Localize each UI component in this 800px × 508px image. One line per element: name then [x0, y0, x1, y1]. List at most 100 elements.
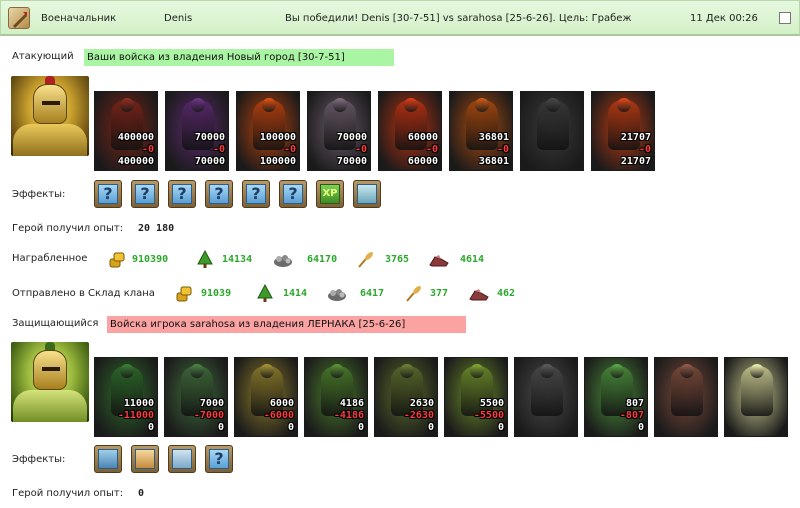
attacker-unit-card[interactable]: 400000 -0 400000: [94, 91, 158, 171]
attacker-unit-card[interactable]: 21707 -0 21707: [591, 91, 655, 171]
defender-unit-count: 11000: [123, 398, 154, 409]
attacker-effect-unknown-icon[interactable]: ?: [94, 180, 122, 208]
attacker-effect-unknown-icon[interactable]: ?: [242, 180, 270, 208]
defender-unit-card[interactable]: 4186 -4186 0: [304, 357, 368, 437]
attacker-unit-remaining: 36801: [478, 156, 509, 167]
defender-unit-remaining: 0: [497, 422, 504, 433]
attacker-label: Атакующий: [12, 51, 74, 62]
defender-unit-card[interactable]: [654, 357, 718, 437]
attacker-hero-exp-value: 20 180: [138, 223, 175, 234]
grain-icon: [356, 250, 376, 268]
attacker-effects-label: Эффекты:: [12, 189, 66, 200]
attacker-unit-loss: -0: [283, 144, 296, 155]
defender-unit-loss: -7000: [193, 410, 224, 421]
defender-unit-card[interactable]: 11000 -11000 0: [94, 357, 158, 437]
attacker-unit-card[interactable]: 100000 -0 100000: [236, 91, 300, 171]
defender-effect-cards-icon[interactable]: [168, 445, 196, 473]
defender-banner: Войска игрока sarahosa из владения ЛЕРНА…: [107, 316, 466, 333]
attacker-unit-remaining: 21707: [620, 156, 651, 167]
defender-unit-loss: -6000: [263, 410, 294, 421]
attacker-unit-card[interactable]: [520, 91, 584, 171]
attacker-effect-shield-icon[interactable]: [353, 180, 381, 208]
defender-unit-loss: -11000: [117, 410, 154, 421]
attacker-effect-glyph: ?: [283, 184, 303, 204]
attacker-unit-loss: -0: [496, 144, 509, 155]
defender-label: Защищающийся: [12, 318, 99, 329]
battle-datetime: 11 Дек 00:26: [690, 13, 758, 24]
stone-icon: [273, 250, 293, 268]
defender-effect-sword-icon[interactable]: [94, 445, 122, 473]
attacker-hero-portrait[interactable]: [11, 76, 89, 156]
defender-unit-count: 2630: [409, 398, 434, 409]
defender-unit-count: 807: [625, 398, 644, 409]
attacker-unit-remaining: 100000: [259, 156, 296, 167]
defender-unit-remaining: 0: [147, 422, 154, 433]
defender-unit-card[interactable]: [724, 357, 788, 437]
defender-unit-card[interactable]: 2630 -2630 0: [374, 357, 438, 437]
attacker-unit-remaining: 400000: [117, 156, 154, 167]
attacker-effect-xp-icon[interactable]: XP: [316, 180, 344, 208]
attacker-unit-count: 400000: [117, 132, 154, 143]
defender-unit-loss: -5500: [473, 410, 504, 421]
attacker-unit-remaining: 70000: [336, 156, 367, 167]
defender-unit-card[interactable]: 7000 -7000 0: [164, 357, 228, 437]
attacker-unit-remaining: 60000: [407, 156, 438, 167]
defender-hero-portrait[interactable]: [11, 342, 89, 422]
clan-wood-value: 1414: [283, 288, 308, 299]
defender-effect-hands-icon[interactable]: [131, 445, 159, 473]
attacker-effect-glyph: XP: [320, 184, 340, 204]
attacker-unit-count: 70000: [194, 132, 225, 143]
attacker-effect-unknown-icon[interactable]: ?: [131, 180, 159, 208]
defender-unit-card[interactable]: [514, 357, 578, 437]
defender-unit-loss: -4186: [333, 410, 364, 421]
gold-icon: [108, 250, 128, 268]
clan-gold-value: 91039: [201, 288, 232, 299]
attacker-unit-count: 36801: [478, 132, 509, 143]
loot-wood-value: 14134: [222, 254, 253, 265]
attacker-unit-card[interactable]: 70000 -0 70000: [165, 91, 229, 171]
window-header: Военачальник Denis Вы победили! Denis [3…: [0, 0, 800, 36]
clan-ore-value: 462: [497, 288, 516, 299]
attacker-unit-loss: -0: [425, 144, 438, 155]
attacker-effect-unknown-icon[interactable]: ?: [168, 180, 196, 208]
defender-unit-remaining: 0: [357, 422, 364, 433]
attacker-unit-card[interactable]: 60000 -0 60000: [378, 91, 442, 171]
attacker-effect-unknown-icon[interactable]: ?: [205, 180, 233, 208]
attacker-effect-glyph: ?: [246, 184, 266, 204]
clan-stone-value: 6417: [360, 288, 385, 299]
ore-icon: [429, 250, 449, 268]
attacker-unit-card[interactable]: 36801 -0 36801: [449, 91, 513, 171]
defender-unit-count: 7000: [199, 398, 224, 409]
attacker-unit-loss: -0: [354, 144, 367, 155]
attacker-unit-count: 21707: [620, 132, 651, 143]
attacker-unit-remaining: 70000: [194, 156, 225, 167]
attacker-effect-glyph: ?: [135, 184, 155, 204]
page-title: Военачальник: [41, 13, 117, 24]
defender-effect-unknown-icon[interactable]: ?: [205, 445, 233, 473]
attacker-unit-count: 70000: [336, 132, 367, 143]
defender-unit-card[interactable]: 807 -807 0: [584, 357, 648, 437]
defender-hero-exp-value: 0: [138, 488, 145, 499]
defender-unit-loss: -807: [619, 410, 644, 421]
defender-unit-count: 4186: [339, 398, 364, 409]
attacker-effect-glyph: [357, 184, 377, 204]
wood-icon: [195, 249, 215, 268]
defender-unit-figure: [671, 366, 703, 416]
defender-unit-remaining: 0: [287, 422, 294, 433]
attacker-effect-glyph: ?: [209, 184, 229, 204]
commander-emblem-icon: [8, 7, 30, 29]
defender-unit-count: 6000: [269, 398, 294, 409]
defender-unit-card[interactable]: 5500 -5500 0: [444, 357, 508, 437]
attacker-effect-glyph: ?: [98, 184, 118, 204]
clan-storage-label: Отправлено в Склад клана: [12, 288, 155, 299]
loot-grain-value: 3765: [385, 254, 410, 265]
attacker-unit-loss: -0: [212, 144, 225, 155]
close-icon[interactable]: [779, 12, 791, 24]
attacker-effect-unknown-icon[interactable]: ?: [279, 180, 307, 208]
player-name[interactable]: Denis: [164, 13, 192, 24]
gold-icon: [175, 284, 195, 302]
attacker-unit-card[interactable]: 70000 -0 70000: [307, 91, 371, 171]
defender-effect-glyph: ?: [209, 449, 229, 469]
clan-grain-value: 377: [430, 288, 449, 299]
defender-unit-card[interactable]: 6000 -6000 0: [234, 357, 298, 437]
